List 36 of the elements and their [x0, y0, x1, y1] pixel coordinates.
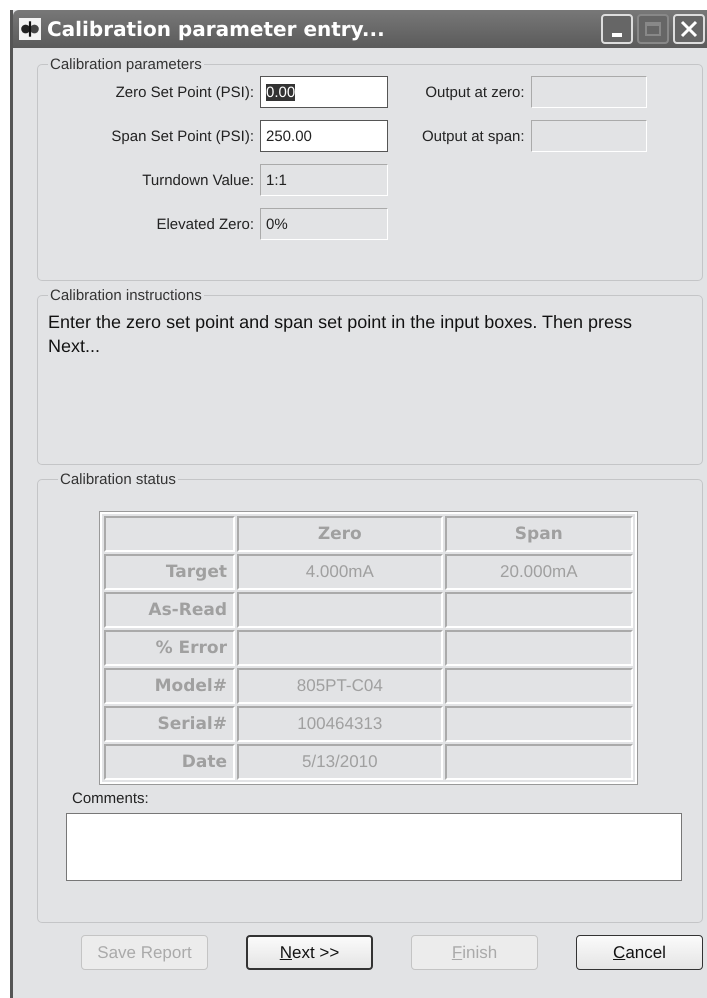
- row-header: Model#: [104, 668, 235, 704]
- row-header: Target: [104, 554, 235, 590]
- table-cell: 5/13/2010: [237, 744, 443, 780]
- app-logo-icon: [19, 18, 41, 40]
- table-cell: 100464313: [237, 706, 443, 742]
- table-cell: 805PT-C04: [237, 668, 443, 704]
- input-field[interactable]: 250.00: [260, 120, 388, 152]
- field-label: Span Set Point (PSI):: [111, 128, 254, 144]
- field-label: Elevated Zero:: [156, 216, 254, 232]
- field-label: Output at zero:: [425, 84, 525, 100]
- row-header: Date: [104, 744, 235, 780]
- comments-label: Comments:: [72, 790, 150, 807]
- field-label: Zero Set Point (PSI):: [116, 84, 254, 100]
- group-title: Calibration status: [59, 471, 177, 488]
- column-header: Zero: [237, 516, 443, 552]
- dialog-button[interactable]: Next >>: [246, 935, 374, 970]
- close-button[interactable]: [673, 14, 705, 44]
- field-label: Output at span:: [422, 128, 525, 144]
- input-field: 1:1: [260, 164, 388, 196]
- group-title: Calibration instructions: [49, 287, 203, 304]
- field-label: Turndown Value:: [142, 172, 254, 188]
- row-header: Serial#: [104, 706, 235, 742]
- table-cell: 20.000mA: [444, 554, 633, 590]
- input-field: 0%: [260, 208, 388, 240]
- table-cell: 4.000mA: [237, 554, 443, 590]
- comments-field[interactable]: [66, 813, 682, 881]
- row-header: As-Read: [104, 592, 235, 628]
- dialog-button[interactable]: Cancel: [576, 935, 703, 970]
- window-title: Calibration parameter entry...: [47, 17, 385, 41]
- minimize-button[interactable]: [601, 14, 633, 44]
- instructions-text: Enter the zero set point and span set point in the input boxes. Then press Next...: [48, 311, 634, 358]
- row-header: % Error: [104, 630, 235, 666]
- close-icon: [679, 19, 699, 39]
- input-field[interactable]: 0.00: [260, 76, 388, 108]
- group-title: Calibration parameters: [49, 56, 203, 73]
- column-header: Span: [444, 516, 633, 552]
